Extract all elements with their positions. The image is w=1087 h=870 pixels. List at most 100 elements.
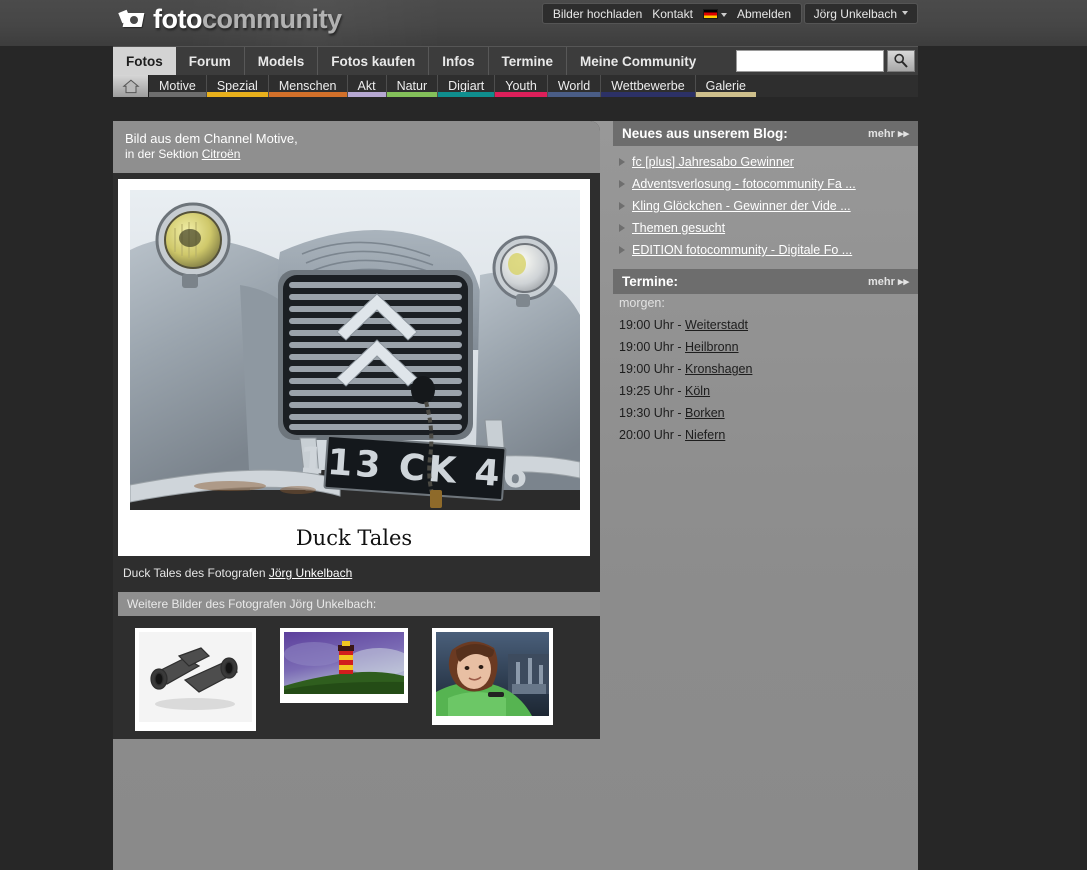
user-name-label: Jörg Unkelbach — [813, 6, 897, 21]
metal-pipe-fitting-thumb — [139, 632, 252, 723]
list-item[interactable]: Adventsverlosung - fotocommunity Fa ... — [613, 173, 918, 195]
termine-title: Termine: — [622, 274, 679, 289]
photo-credit-prefix: Duck Tales des Fotografen — [123, 566, 269, 581]
tab-termine[interactable]: Termine — [489, 47, 568, 75]
tab-models[interactable]: Models — [245, 47, 319, 75]
termine-place-link[interactable]: Weiterstadt — [685, 318, 748, 332]
subnav-item-menschen[interactable]: Menschen — [268, 75, 348, 97]
subnav-label: Akt — [357, 79, 376, 93]
arrow-right-icon — [619, 180, 625, 188]
termine-place-link[interactable]: Heilbronn — [685, 340, 739, 354]
subnav-label: Youth — [505, 79, 537, 93]
chevron-down-icon — [902, 10, 908, 15]
list-item: 19:25 Uhr - Köln — [613, 380, 918, 402]
list-item: 19:30 Uhr - Borken — [613, 402, 918, 424]
top-utility-nav: Bilder hochladen Kontakt Abmelden — [541, 3, 802, 24]
termine-block-header: Termine: mehr ▸▸ — [613, 269, 918, 294]
termine-time: 20:00 Uhr - — [619, 428, 686, 442]
subnav-item-youth[interactable]: Youth — [495, 75, 548, 97]
language-selector[interactable] — [702, 5, 727, 23]
subnav-label: Menschen — [278, 79, 337, 93]
tab-fotos-kaufen[interactable]: Fotos kaufen — [318, 47, 430, 75]
subnav-item-spezial[interactable]: Spezial — [206, 75, 269, 97]
list-item[interactable]: Themen gesucht — [613, 217, 918, 239]
user-account-menu[interactable]: Jörg Unkelbach — [803, 3, 918, 24]
left-column: Bild aus dem Channel Motive, in der Sekt… — [113, 121, 600, 740]
subnav-item-digiart[interactable]: Digiart — [438, 75, 496, 97]
arrow-right-icon — [619, 158, 625, 166]
blog-block-header: Neues aus unserem Blog: mehr ▸▸ — [613, 121, 918, 146]
logout-link[interactable]: Abmelden — [737, 7, 791, 21]
more-images-header: Weitere Bilder des Fotografen Jörg Unkel… — [118, 592, 600, 617]
upload-images-link[interactable]: Bilder hochladen — [553, 7, 642, 21]
termine-place-link[interactable]: Niefern — [685, 428, 725, 442]
channel-navigation: Motive Spezial Menschen Akt Natur Digiar… — [113, 75, 918, 97]
tab-meine-community[interactable]: Meine Community — [567, 47, 709, 75]
blog-link[interactable]: Kling Glöckchen - Gewinner der Vide ... — [632, 199, 851, 213]
camera-icon — [118, 9, 146, 31]
main-navigation: Fotos Forum Models Fotos kaufen Infos Te… — [113, 46, 918, 75]
termine-place-link[interactable]: Borken — [685, 406, 725, 420]
blog-link[interactable]: Themen gesucht — [632, 221, 725, 235]
thumbnail-strip — [113, 616, 600, 732]
photo-credit: Duck Tales des Fotografen Jörg Unkelbach — [113, 556, 600, 592]
site-header: fotocommunity Bilder hochladen Kontakt A… — [113, 0, 918, 46]
blog-list: fc [plus] Jahresabo Gewinner Adventsverl… — [613, 146, 918, 261]
photographer-link[interactable]: Jörg Unkelbach — [269, 566, 352, 580]
blog-more-link[interactable]: mehr ▸▸ — [868, 127, 909, 140]
termine-block: Termine: mehr ▸▸ morgen: 19:00 Uhr - Wei… — [613, 261, 918, 446]
list-item[interactable]: EDITION fotocommunity - Digitale Fo ... — [613, 239, 918, 261]
subnav-item-motive[interactable]: Motive — [149, 75, 207, 97]
termine-day-label: morgen: — [619, 296, 665, 310]
citroen-2cv-photo-art: 113 CK 46 — [130, 190, 580, 511]
blog-link[interactable]: EDITION fotocommunity - Digitale Fo ... — [632, 243, 852, 257]
arrow-right-icon — [619, 246, 625, 254]
magnifier-icon — [894, 53, 908, 68]
home-icon — [121, 79, 140, 93]
blog-link[interactable]: fc [plus] Jahresabo Gewinner — [632, 155, 794, 169]
thumbnail-item[interactable] — [432, 628, 553, 726]
section-link-citroen[interactable]: Citroën — [202, 147, 241, 161]
subnav-label: Spezial — [216, 79, 258, 93]
subnav-label: Wettbewerbe — [611, 79, 685, 93]
search-button[interactable] — [887, 50, 915, 72]
site-logo[interactable]: fotocommunity — [118, 6, 342, 33]
subnav-item-wettbewerbe[interactable]: Wettbewerbe — [601, 75, 696, 97]
thumbnail-item[interactable] — [280, 628, 411, 704]
termine-place-link[interactable]: Kronshagen — [685, 362, 752, 376]
tab-infos[interactable]: Infos — [429, 47, 489, 75]
list-item[interactable]: Kling Glöckchen - Gewinner der Vide ... — [613, 195, 918, 217]
termine-time: 19:30 Uhr - — [619, 406, 686, 420]
thumbnail-item[interactable] — [135, 628, 256, 732]
right-sidebar: Neues aus unserem Blog: mehr ▸▸ fc [plus… — [613, 121, 918, 870]
arrow-right-icon — [619, 202, 625, 210]
portrait-woman-thumb — [436, 632, 549, 717]
photo-panel: Bild aus dem Channel Motive, in der Sekt… — [113, 121, 600, 740]
tab-forum[interactable]: Forum — [176, 47, 245, 75]
search-area — [736, 50, 915, 72]
termine-more-link[interactable]: mehr ▸▸ — [868, 275, 909, 288]
contact-link[interactable]: Kontakt — [652, 7, 693, 21]
list-item: 19:00 Uhr - Heilbronn — [613, 336, 918, 358]
search-input[interactable] — [736, 50, 884, 72]
german-flag-icon — [702, 8, 718, 19]
photo-title-caption: Duck Tales — [295, 526, 413, 551]
termine-place-link[interactable]: Köln — [685, 384, 710, 398]
lighthouse-thumb — [284, 632, 411, 695]
tab-fotos[interactable]: Fotos — [113, 47, 176, 75]
blog-link[interactable]: Adventsverlosung - fotocommunity Fa ... — [632, 177, 856, 191]
home-button[interactable] — [113, 75, 149, 97]
main-photo-image: 113 CK 46 — [130, 190, 580, 511]
subnav-label: Digiart — [448, 79, 485, 93]
subnav-item-akt[interactable]: Akt — [347, 75, 387, 97]
termine-time: 19:25 Uhr - — [619, 384, 686, 398]
subnav-item-world[interactable]: World — [547, 75, 602, 97]
list-item: 19:00 Uhr - Weiterstadt — [613, 314, 918, 336]
main-photo-frame[interactable]: 113 CK 46 Duck Tales — [118, 179, 590, 557]
subnav-label: Motive — [159, 79, 196, 93]
subnav-item-galerie[interactable]: Galerie — [695, 75, 756, 97]
subnav-item-natur[interactable]: Natur — [386, 75, 439, 97]
chevron-down-icon — [720, 12, 727, 17]
list-item[interactable]: fc [plus] Jahresabo Gewinner — [613, 151, 918, 173]
channel-line-1: Bild aus dem Channel Motive, — [125, 131, 298, 146]
